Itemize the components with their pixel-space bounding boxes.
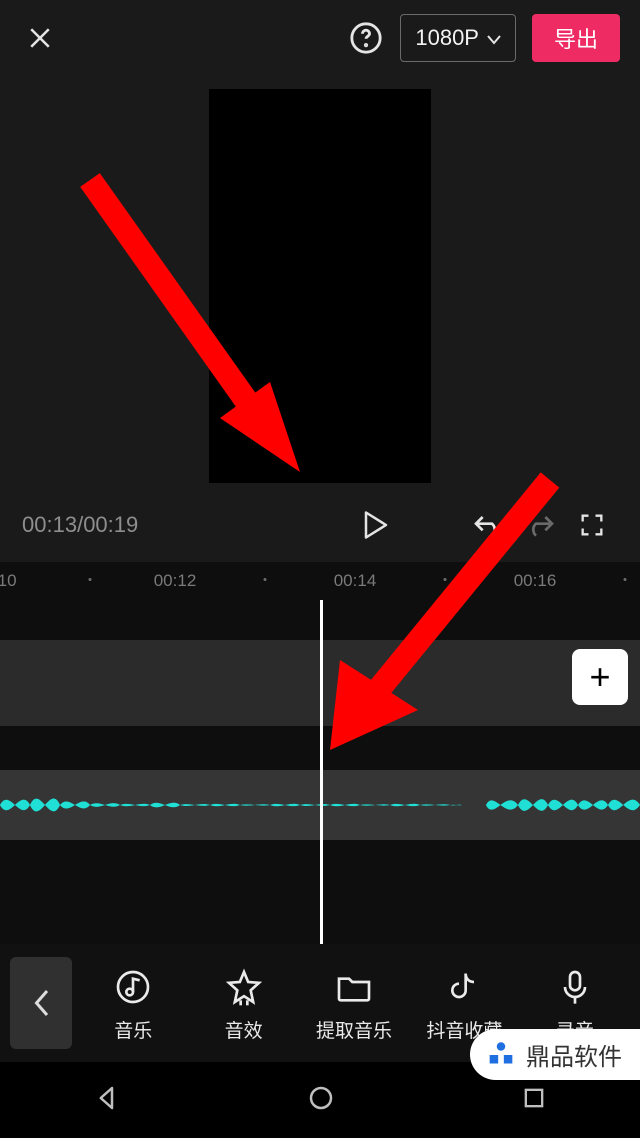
tool-music[interactable]: 音乐	[78, 964, 188, 1043]
ruler-label: 00:16	[514, 571, 557, 591]
watermark-logo-icon	[484, 1038, 518, 1072]
redo-button[interactable]	[514, 499, 566, 551]
plus-icon: +	[589, 656, 610, 698]
export-label: 导出	[554, 22, 598, 54]
tool-extract-music[interactable]: 提取音乐	[299, 964, 409, 1043]
back-button[interactable]	[10, 957, 72, 1049]
ruler-tick	[89, 578, 92, 581]
timeline-ruler[interactable]: 0:10 00:12 00:14 00:16	[0, 562, 640, 600]
ruler-tick	[264, 578, 267, 581]
folder-icon	[334, 964, 374, 1010]
chevron-down-icon	[487, 25, 501, 51]
microphone-icon	[555, 964, 595, 1010]
tool-label: 音效	[225, 1016, 263, 1043]
nav-back[interactable]	[92, 1083, 122, 1118]
nav-home[interactable]	[306, 1083, 336, 1118]
export-button[interactable]: 导出	[532, 14, 620, 62]
resolution-label: 1080P	[415, 25, 479, 51]
watermark-text: 鼎品软件	[526, 1037, 622, 1072]
ruler-label: 00:12	[154, 571, 197, 591]
ruler-label: 0:10	[0, 571, 17, 591]
preview-area[interactable]	[0, 76, 640, 496]
play-button[interactable]	[350, 499, 402, 551]
watermark: 鼎品软件	[470, 1029, 640, 1080]
time-display: 00:13/00:19	[22, 512, 138, 538]
tool-label: 提取音乐	[316, 1016, 392, 1043]
nav-recent[interactable]	[520, 1084, 548, 1117]
tiktok-icon	[444, 964, 484, 1010]
music-icon	[113, 964, 153, 1010]
close-button[interactable]	[20, 18, 60, 58]
add-clip-button[interactable]: +	[572, 649, 628, 705]
playhead[interactable]	[320, 600, 323, 970]
ruler-label: 00:14	[334, 571, 377, 591]
ruler-tick	[444, 578, 447, 581]
tool-label: 音乐	[114, 1016, 152, 1043]
resolution-select[interactable]: 1080P	[400, 14, 516, 62]
star-icon	[224, 964, 264, 1010]
tool-sound-effect[interactable]: 音效	[188, 964, 298, 1043]
video-preview	[209, 89, 431, 483]
help-button[interactable]	[346, 18, 386, 58]
fullscreen-button[interactable]	[566, 499, 618, 551]
ruler-tick	[624, 578, 627, 581]
undo-button[interactable]	[462, 499, 514, 551]
